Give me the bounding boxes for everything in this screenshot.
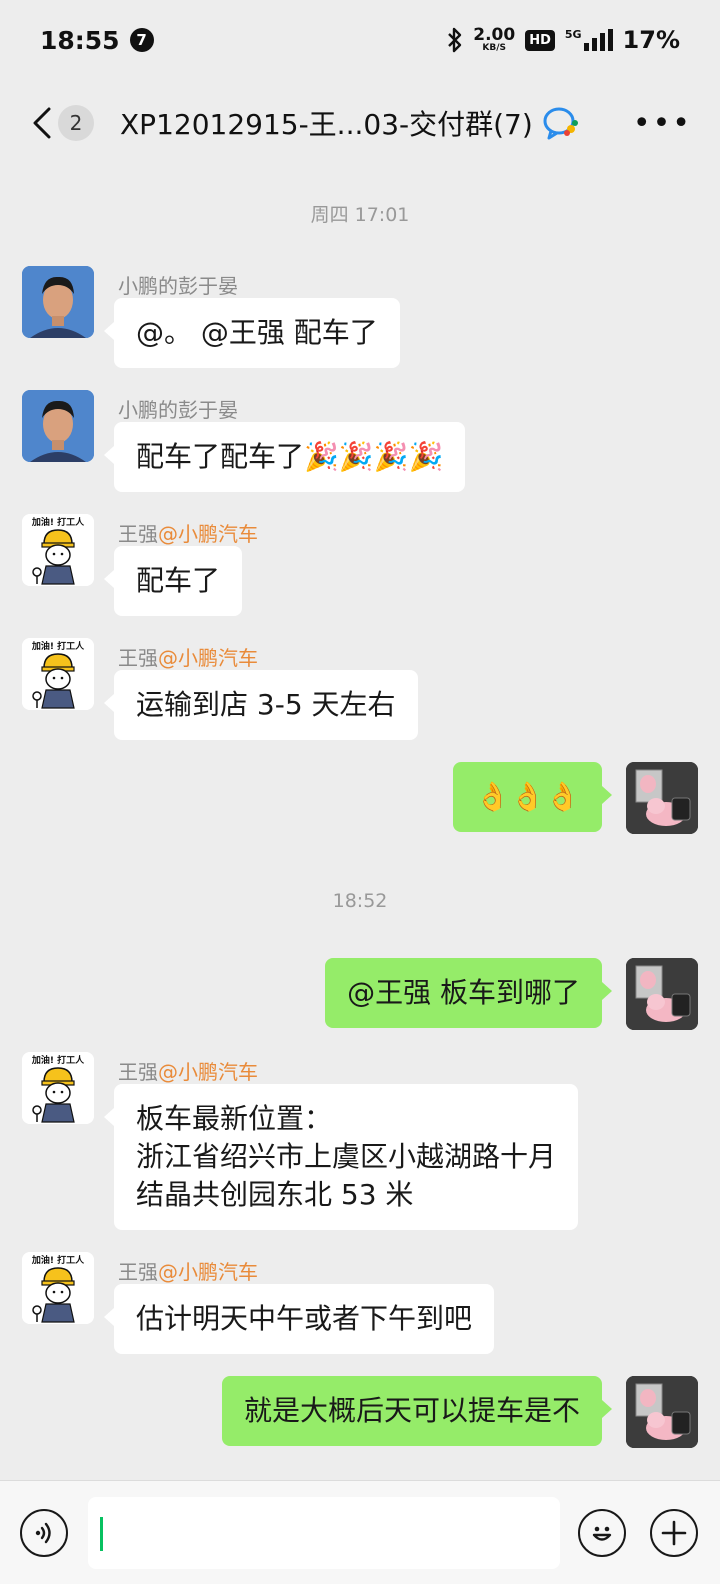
- sender-org-tag: @小鹏汽车: [158, 646, 258, 670]
- status-bar: 18:55 7 2.00 KB/S HD 5G 17%: [0, 0, 720, 80]
- message-bubble[interactable]: 运输到店 3-5 天左右: [104, 670, 418, 740]
- unread-count-badge[interactable]: 2: [58, 105, 94, 141]
- avatar-photo-icon: [22, 266, 94, 338]
- sender-org-tag: @小鹏汽车: [158, 1260, 258, 1284]
- message-bubble[interactable]: 板车最新位置： 浙江省绍兴市上虞区小越湖路十月 结晶共创园东北 53 米: [103, 1084, 579, 1230]
- sender-org-tag: @小鹏汽车: [158, 1060, 258, 1084]
- message-line: 板车最新位置：: [136, 1102, 333, 1135]
- chat-title[interactable]: XP12012915-王...03-交付群(7): [120, 103, 533, 143]
- svg-text:加油! 打工人: 加油! 打工人: [31, 1054, 85, 1066]
- svg-text:加油! 打工人: 加油! 打工人: [31, 640, 85, 652]
- signal-bars-icon: [583, 29, 613, 51]
- self-avatar[interactable]: [626, 958, 698, 1030]
- status-indicators: 2.00 KB/S HD 5G 17%: [447, 26, 680, 54]
- text-caret: [100, 1517, 103, 1551]
- avatar[interactable]: [22, 266, 94, 338]
- message-bubble-self[interactable]: 👌👌👌: [453, 762, 612, 832]
- status-time: 18:55: [40, 25, 120, 55]
- self-avatar-image-icon: [626, 1376, 698, 1448]
- battery-level: 17%: [622, 26, 680, 54]
- message-input[interactable]: [88, 1497, 560, 1569]
- message-line: 结晶共创园东北 53 米: [136, 1178, 414, 1211]
- avatar[interactable]: 加油! 打工人: [22, 638, 94, 710]
- avatar-photo-icon: [22, 390, 94, 462]
- voice-icon[interactable]: [20, 1509, 68, 1557]
- sender-name: 王强@小鹏汽车: [118, 646, 258, 670]
- self-avatar[interactable]: [626, 762, 698, 834]
- notification-count-badge: 7: [129, 28, 154, 52]
- message-line: 浙江省绍兴市上虞区小越湖路十月: [136, 1140, 557, 1173]
- sender-name: 王强@小鹏汽车: [118, 1260, 258, 1284]
- message-bubble[interactable]: 估计明天中午或者下午到吧: [103, 1284, 495, 1354]
- more-dots-icon[interactable]: •••: [633, 106, 692, 141]
- avatar[interactable]: 加油! 打工人: [22, 514, 94, 586]
- self-avatar-image-icon: [626, 958, 698, 1030]
- signal-strength: 5G: [565, 29, 613, 51]
- message-bubble-self[interactable]: @王强 板车到哪了: [325, 958, 612, 1028]
- chevron-left-icon[interactable]: [26, 106, 56, 140]
- emoji-icon[interactable]: [578, 1509, 626, 1557]
- sender-name: 小鹏的彭于晏: [118, 398, 238, 422]
- worker-sticker-icon: 加油! 打工人: [22, 1252, 94, 1324]
- avatar[interactable]: [22, 390, 94, 462]
- svg-text:加油! 打工人: 加油! 打工人: [31, 516, 85, 528]
- plus-icon[interactable]: [650, 1509, 698, 1557]
- input-bar: [0, 1480, 720, 1584]
- bluetooth-icon: [448, 27, 462, 53]
- chat-header: 2 XP12012915-王...03-交付群(7) •••: [0, 80, 720, 166]
- message-bubble[interactable]: @。 @王强 配车了: [104, 298, 400, 368]
- timestamp: 周四 17:01: [310, 204, 410, 226]
- message-bubble-self[interactable]: 就是大概后天可以提车是不: [221, 1376, 613, 1446]
- message-list[interactable]: 周四 17:01 小鹏的彭于晏 @。 @王强 配车了 小鹏的彭于晏 配车了配车了…: [0, 166, 720, 1480]
- wecom-group-icon: [543, 107, 578, 140]
- sender-name: 小鹏的彭于晏: [118, 274, 238, 298]
- worker-sticker-icon: 加油! 打工人: [22, 638, 94, 710]
- avatar[interactable]: 加油! 打工人: [22, 1252, 94, 1324]
- sender-name: 王强@小鹏汽车: [118, 522, 258, 546]
- worker-sticker-icon: 加油! 打工人: [22, 1052, 94, 1124]
- sender-org-tag: @小鹏汽车: [158, 522, 258, 546]
- worker-sticker-icon: 加油! 打工人: [22, 514, 94, 586]
- avatar[interactable]: 加油! 打工人: [22, 1052, 94, 1124]
- sender-name: 王强@小鹏汽车: [118, 1060, 258, 1084]
- timestamp: 18:52: [332, 890, 388, 912]
- self-avatar-image-icon: [626, 762, 698, 834]
- network-type-label: 5G: [564, 28, 582, 41]
- hd-badge: HD: [525, 29, 555, 51]
- self-avatar[interactable]: [626, 1376, 698, 1448]
- network-speed: 2.00 KB/S: [473, 25, 516, 53]
- message-bubble[interactable]: 配车了: [103, 546, 243, 616]
- message-bubble[interactable]: 配车了配车了🎉🎉🎉🎉: [103, 422, 466, 492]
- svg-text:加油! 打工人: 加油! 打工人: [31, 1254, 85, 1266]
